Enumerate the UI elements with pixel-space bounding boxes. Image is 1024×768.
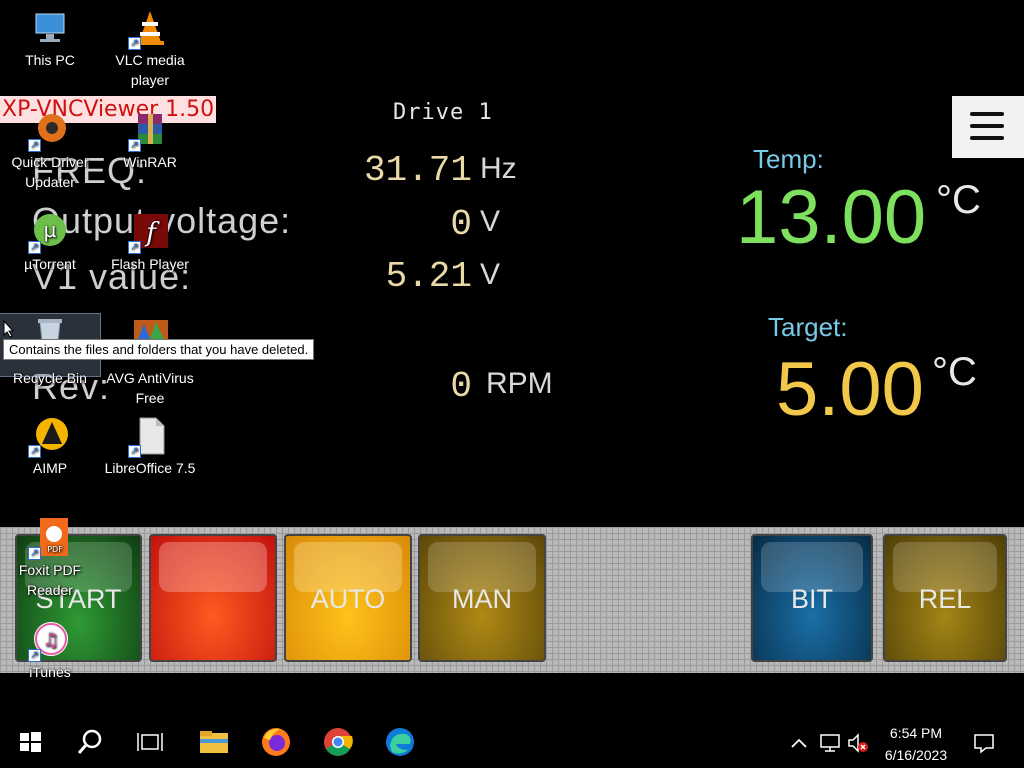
stop-button[interactable]	[149, 534, 277, 662]
desktop-icon-libreoffice[interactable]: ↗ LibreOffice 7.5	[100, 416, 200, 478]
aimp-icon: ↗	[28, 416, 70, 458]
firefox-icon[interactable]	[258, 724, 294, 760]
rev-value: 0	[450, 366, 472, 407]
v1-unit: V	[480, 258, 501, 291]
desktop-icon-itunes[interactable]: ♫ ↗ iTunes	[0, 620, 100, 682]
desktop-icon-utorrent[interactable]: µ ↗ µTorrent	[0, 212, 100, 274]
edge-icon[interactable]	[382, 724, 418, 760]
computer-icon	[30, 8, 70, 48]
target-label: Target:	[768, 312, 848, 342]
driver-updater-icon: ↗	[28, 110, 70, 152]
desktop-icon-foxit[interactable]: PDF ↗ Foxit PDF Reader	[0, 518, 100, 600]
hamburger-menu-icon[interactable]	[952, 96, 1024, 158]
flash-icon: f ↗	[128, 212, 170, 254]
freq-unit: Hz	[480, 152, 517, 185]
temp-unit: °C	[936, 178, 981, 222]
recycle-bin-tooltip: Contains the files and folders that you …	[3, 339, 315, 360]
itunes-icon: ♫ ↗	[28, 620, 70, 662]
file-explorer-icon[interactable]	[196, 724, 232, 760]
svg-text:µ: µ	[44, 218, 57, 242]
temp-label: Temp:	[753, 144, 824, 174]
desktop-icon-this-pc[interactable]: This PC	[0, 8, 100, 70]
man-button[interactable]: MAN	[418, 534, 546, 662]
vlc-cone-icon: ↗	[128, 8, 170, 50]
clock-time: 6:54 PM	[889, 725, 943, 741]
desktop-icon-vlc[interactable]: ↗ VLC media player	[100, 8, 200, 90]
utorrent-icon: µ ↗	[28, 212, 70, 254]
target-unit: °C	[932, 350, 977, 394]
rev-unit: RPM	[486, 367, 553, 400]
start-icon[interactable]	[12, 724, 48, 760]
chrome-icon[interactable]	[320, 724, 356, 760]
search-icon[interactable]	[72, 724, 108, 760]
desktop-icon-flash-player[interactable]: f ↗ Flash Player	[100, 212, 200, 274]
target-value: 5.00	[776, 347, 924, 432]
v1-value: 5.21	[385, 256, 472, 297]
desktop-icon-quick-driver-updater[interactable]: ↗ Quick Driver Updater	[0, 110, 100, 192]
show-hidden-icons-chevron-icon[interactable]	[789, 733, 809, 753]
drive-title: Drive 1	[393, 100, 493, 125]
auto-button[interactable]: AUTO	[284, 534, 412, 662]
winrar-books-icon: ↗	[128, 110, 170, 152]
rel-button[interactable]: REL	[883, 534, 1007, 662]
network-icon[interactable]	[818, 731, 842, 755]
libreoffice-icon: ↗	[128, 416, 170, 458]
temp-value: 13.00	[736, 175, 927, 260]
desktop-icon-winrar[interactable]: ↗ WinRAR	[100, 110, 200, 172]
svg-text:PDF: PDF	[47, 545, 63, 554]
clock[interactable]: 6:54 PM 6/16/2023	[876, 722, 956, 766]
desktop-icon-avg[interactable]: ↗ AVG AntiVirus Free	[100, 314, 200, 408]
desktop-icon-aimp[interactable]: ↗ AIMP	[0, 416, 100, 478]
freq-value: 31.71	[363, 150, 472, 191]
output-voltage-unit: V	[480, 205, 501, 238]
bit-button[interactable]: BIT	[751, 534, 873, 662]
notification-center-icon[interactable]	[972, 731, 996, 755]
clock-date: 6/16/2023	[884, 747, 948, 763]
output-voltage-value: 0	[450, 204, 472, 245]
volume-muted-icon[interactable]	[846, 731, 870, 755]
foxit-icon: PDF ↗	[28, 518, 70, 560]
task-view-icon[interactable]	[132, 724, 168, 760]
mouse-cursor-icon	[3, 320, 15, 338]
svg-text:♫: ♫	[43, 630, 59, 651]
